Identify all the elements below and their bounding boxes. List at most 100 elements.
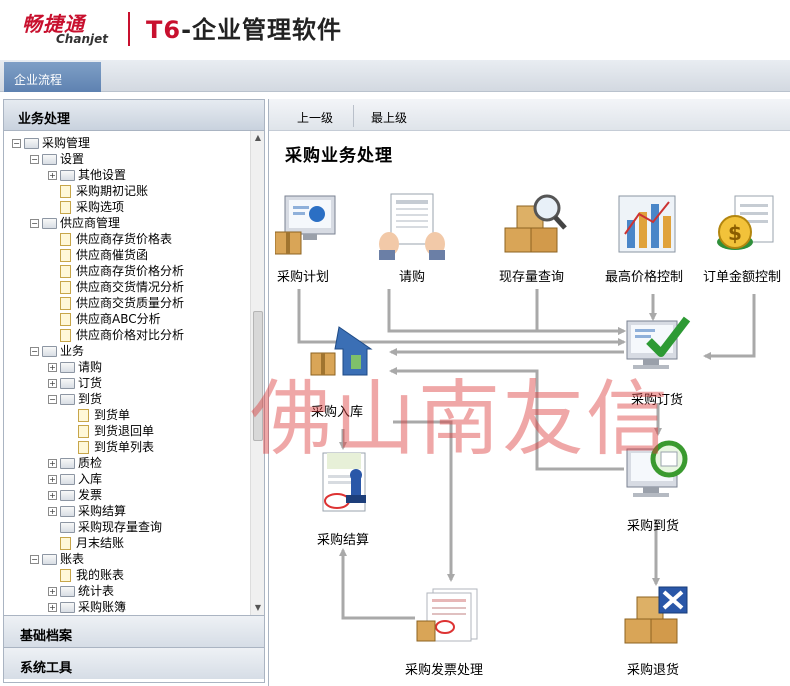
tree-item-label: 发票 bbox=[78, 488, 103, 502]
tree-item[interactable]: 供应商存货价格表 bbox=[48, 231, 172, 247]
node-purchase-return[interactable]: 采购退货 bbox=[621, 583, 705, 683]
node-label: 采购到货 bbox=[627, 519, 680, 534]
expand-icon[interactable]: + bbox=[48, 491, 57, 500]
tree-item[interactable]: 供应商ABC分析 bbox=[48, 311, 161, 327]
tree-item[interactable]: 供应商交货情况分析 bbox=[48, 279, 184, 295]
tree-item-label: 供应商存货价格表 bbox=[76, 232, 173, 246]
tree-item[interactable]: + 质检 bbox=[48, 455, 102, 471]
tree-item-label: 设置 bbox=[60, 152, 85, 166]
tab-basic-archives[interactable]: 基础档案 bbox=[4, 615, 264, 647]
tree-item[interactable]: 到货单 bbox=[66, 407, 130, 423]
folder-icon bbox=[42, 154, 57, 165]
panel-header-business[interactable]: 业务处理 bbox=[4, 100, 264, 131]
collapse-icon[interactable]: − bbox=[30, 347, 39, 356]
node-stock-query[interactable]: 现存量查询 bbox=[499, 192, 579, 292]
money-coin-icon: $ bbox=[717, 195, 774, 250]
tab-system-tools[interactable]: 系统工具 bbox=[4, 647, 264, 679]
tree-item[interactable]: 供应商存货价格分析 bbox=[48, 263, 184, 279]
tree-item[interactable]: 供应商交货质量分析 bbox=[48, 295, 184, 311]
node-purchase-plan[interactable]: 采购计划 bbox=[273, 192, 343, 292]
product-title: T6-企业管理软件 bbox=[146, 10, 342, 45]
collapse-icon[interactable]: − bbox=[30, 219, 39, 228]
document-icon bbox=[78, 441, 89, 454]
expand-icon[interactable]: + bbox=[48, 587, 57, 596]
tree-item-label: 供应商价格对比分析 bbox=[76, 328, 185, 342]
tree-item-label: 供应商催货函 bbox=[76, 248, 149, 262]
document-icon bbox=[60, 201, 71, 214]
tree-item-label: 统计表 bbox=[78, 584, 115, 598]
expand-icon[interactable]: + bbox=[48, 507, 57, 516]
tree-item[interactable]: 采购现存量查询 bbox=[48, 519, 162, 535]
tree-item-label: 请购 bbox=[78, 360, 103, 374]
tree-item[interactable]: − 业务 bbox=[30, 343, 84, 359]
tree-item[interactable]: − 到货 bbox=[48, 391, 102, 407]
tree-item[interactable]: + 其他设置 bbox=[48, 167, 126, 183]
tree-item-label: 账表 bbox=[60, 552, 85, 566]
tree-item[interactable]: − 供应商管理 bbox=[30, 215, 120, 231]
expand-icon[interactable]: + bbox=[48, 475, 57, 484]
node-label: 采购计划 bbox=[277, 270, 330, 285]
tree-item[interactable]: 到货退回单 bbox=[66, 423, 154, 439]
arrow-amount-to-order bbox=[703, 294, 756, 360]
expand-icon[interactable]: + bbox=[48, 603, 57, 612]
arrow-stock-to-order bbox=[535, 289, 626, 335]
expand-icon[interactable]: + bbox=[48, 363, 57, 372]
folder-icon bbox=[60, 490, 75, 501]
tree-item[interactable]: + 采购结算 bbox=[48, 503, 126, 519]
folder-icon bbox=[60, 602, 75, 613]
tree-item-label: 采购账簿 bbox=[78, 600, 127, 614]
tree-item[interactable]: + 订货 bbox=[48, 375, 102, 391]
folder-icon bbox=[60, 170, 75, 181]
node-request[interactable]: 请购 bbox=[377, 192, 447, 292]
tree-item-label: 其他设置 bbox=[78, 168, 127, 182]
tree-item[interactable]: 采购选项 bbox=[48, 199, 124, 215]
tree-item[interactable]: 采购期初记账 bbox=[48, 183, 148, 199]
tree-item-label: 到货单 bbox=[94, 408, 131, 422]
tree-item-label: 供应商交货质量分析 bbox=[76, 296, 185, 310]
collapse-icon[interactable]: − bbox=[30, 555, 39, 564]
node-label: 请购 bbox=[399, 270, 426, 285]
folder-icon bbox=[42, 346, 57, 357]
tree-item-label: 供应商交货情况分析 bbox=[76, 280, 185, 294]
tree-item[interactable]: − 账表 bbox=[30, 551, 84, 567]
tree-item-label: 采购现存量查询 bbox=[78, 520, 163, 534]
folder-icon bbox=[60, 506, 75, 517]
tree-item[interactable]: + 请购 bbox=[48, 359, 102, 375]
document-icon bbox=[60, 249, 71, 262]
node-label: 现存量查询 bbox=[499, 270, 565, 285]
invoice-icon bbox=[416, 588, 478, 642]
watermark-text: 佛山南友信 bbox=[250, 372, 671, 467]
app-header: 畅捷通 Chanjet T6-企业管理软件 bbox=[0, 0, 790, 60]
node-label: 采购退货 bbox=[627, 663, 680, 678]
node-invoice-processing[interactable]: 采购发票处理 bbox=[401, 583, 497, 683]
node-order-amount-control[interactable]: $ 订单金额控制 bbox=[701, 192, 790, 292]
tree-item[interactable]: + 发票 bbox=[48, 487, 102, 503]
tree-item[interactable]: 我的账表 bbox=[48, 567, 124, 583]
tree-item[interactable]: 供应商价格对比分析 bbox=[48, 327, 184, 343]
expand-icon[interactable]: + bbox=[48, 379, 57, 388]
tree-item-label: 月末结账 bbox=[76, 536, 125, 550]
collapse-icon[interactable]: − bbox=[48, 395, 57, 404]
document-icon bbox=[60, 569, 71, 582]
magnifier-boxes-icon bbox=[504, 194, 567, 253]
document-icon bbox=[60, 313, 71, 326]
scroll-up-arrow-icon[interactable]: ▲ bbox=[253, 133, 263, 143]
tree-item[interactable]: 供应商催货函 bbox=[48, 247, 148, 263]
tab-enterprise-flow[interactable]: 企业流程 bbox=[4, 62, 101, 92]
collapse-icon[interactable]: − bbox=[30, 155, 39, 164]
tree-item[interactable]: + 采购账簿 bbox=[48, 599, 126, 615]
tree-item[interactable]: 月末结账 bbox=[48, 535, 124, 551]
scroll-down-arrow-icon[interactable]: ▼ bbox=[253, 603, 263, 613]
tree-item[interactable]: + 入库 bbox=[48, 471, 102, 487]
brand-logo-en: Chanjet bbox=[56, 32, 108, 46]
expand-icon[interactable]: + bbox=[48, 171, 57, 180]
tree-item[interactable]: + 统计表 bbox=[48, 583, 114, 599]
expand-icon[interactable]: + bbox=[48, 459, 57, 468]
tree-item[interactable]: 到货单列表 bbox=[66, 439, 154, 455]
node-max-price-control[interactable]: 最高价格控制 bbox=[605, 192, 695, 292]
tree-item[interactable]: − 采购管理 bbox=[12, 135, 90, 151]
svg-text:$: $ bbox=[728, 221, 742, 245]
tree-item[interactable]: − 设置 bbox=[30, 151, 84, 167]
collapse-icon[interactable]: − bbox=[12, 139, 21, 148]
arrow-request-to-order bbox=[387, 289, 626, 335]
